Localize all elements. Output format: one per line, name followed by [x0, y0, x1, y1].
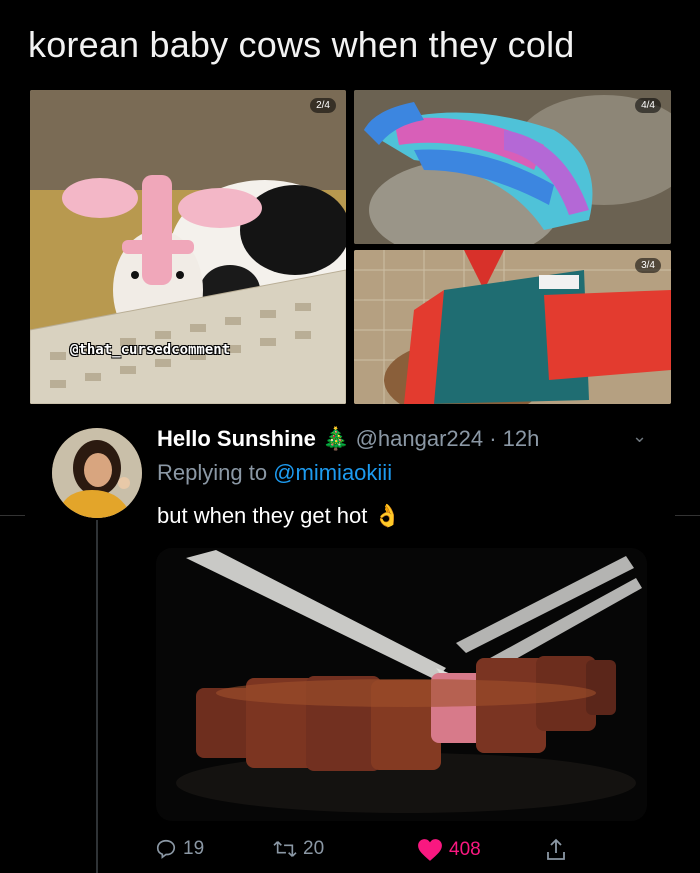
calf-photo-pink-hat[interactable]: 2/4 @that_cursedcomment: [30, 90, 346, 404]
photo-counter: 4/4: [635, 98, 661, 113]
reply-count: 19: [183, 838, 205, 859]
handle-and-time[interactable]: @hangar224 · 12h: [356, 426, 540, 451]
like-button[interactable]: 408: [417, 838, 481, 862]
meme-caption: korean baby cows when they cold: [28, 24, 575, 65]
photo-collage: 2/4 @that_cursedcomment 4/4 3/4: [30, 90, 671, 404]
like-count: 408: [449, 839, 481, 860]
display-name[interactable]: Hello Sunshine: [157, 426, 316, 451]
tweet-actions: 19 20 408: [155, 838, 585, 866]
calf-red-hat-illustration: [354, 250, 671, 404]
retweet-button[interactable]: 20: [273, 838, 324, 860]
divider: [675, 515, 700, 516]
screenshot-page: korean baby cows when they cold 2/4 @tha…: [0, 0, 700, 873]
chevron-down-icon[interactable]: ⌄: [632, 426, 647, 447]
tree-emoji-icon: 🎄: [322, 426, 350, 451]
share-icon: [547, 838, 565, 860]
retweet-icon: [273, 841, 297, 857]
calf-knit-illustration: [354, 90, 671, 244]
watermark-text: @that_cursedcomment: [70, 342, 231, 358]
ok-hand-emoji-icon: 👌: [373, 503, 401, 528]
tweet-header: Hello Sunshine 🎄 @hangar224 · 12h: [157, 426, 539, 452]
reply-icon: [156, 839, 176, 859]
avatar-image: [52, 428, 142, 518]
heart-icon: [418, 839, 442, 861]
steak-illustration: [156, 548, 647, 821]
tweet-media-steak[interactable]: [156, 548, 647, 821]
replying-label: Replying to: [157, 460, 274, 485]
mention-link[interactable]: @mimiaokiii: [273, 460, 392, 485]
tweet-text: but when they get hot 👌: [157, 503, 401, 529]
share-button[interactable]: [545, 838, 567, 862]
photo-counter: 2/4: [310, 98, 336, 113]
reply-button[interactable]: 19: [155, 838, 204, 860]
calf-photo-red-hat[interactable]: 3/4: [354, 250, 671, 404]
divider: [0, 515, 25, 516]
thread-line: [96, 520, 98, 873]
calf-photo-knit-hat[interactable]: 4/4: [354, 90, 671, 244]
retweet-count: 20: [303, 838, 325, 859]
tweet-body: but when they get hot: [157, 503, 368, 528]
avatar[interactable]: [52, 428, 142, 518]
photo-counter: 3/4: [635, 258, 661, 273]
replying-to: Replying to @mimiaokiii: [157, 460, 392, 486]
